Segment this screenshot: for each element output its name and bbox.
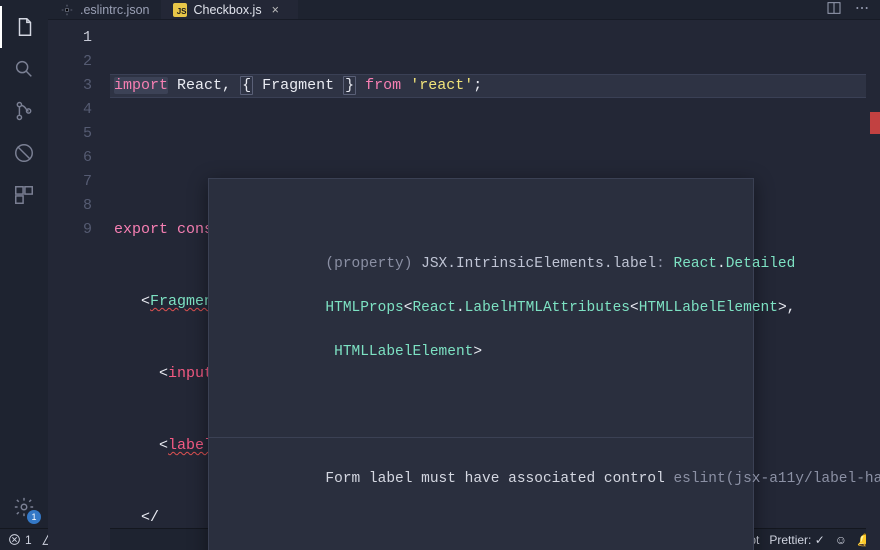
- code-line: import React, { Fragment } from 'react';: [110, 74, 866, 98]
- tab-actions: [826, 0, 880, 19]
- code-line: [110, 146, 866, 170]
- activity-bar: 1: [0, 0, 48, 528]
- workbench: 1 .eslintrc.json JS Checkbox.js ×: [0, 0, 880, 528]
- code-view[interactable]: 1 2 3 4 5 6 7 8 9 import React, { Fragme…: [48, 20, 880, 550]
- tab-eslintrc[interactable]: .eslintrc.json: [48, 0, 161, 19]
- source-control-icon[interactable]: [0, 90, 48, 132]
- close-icon[interactable]: ×: [272, 3, 286, 17]
- hover-message: Form label must have associated control …: [209, 437, 753, 520]
- extensions-icon[interactable]: [0, 174, 48, 216]
- line-gutter: 1 2 3 4 5 6 7 8 9: [48, 20, 110, 550]
- tab-checkbox[interactable]: JS Checkbox.js ×: [161, 0, 297, 19]
- editor-area: .eslintrc.json JS Checkbox.js × 1 2 3: [48, 0, 880, 528]
- js-icon: JS: [173, 3, 187, 17]
- code-content[interactable]: import React, { Fragment } from 'react';…: [110, 20, 866, 550]
- settings-icon[interactable]: 1: [0, 486, 48, 528]
- debug-icon[interactable]: [0, 132, 48, 174]
- tab-label: .eslintrc.json: [80, 3, 149, 17]
- search-icon[interactable]: [0, 48, 48, 90]
- hover-signature: (property) JSX.IntrinsicElements.label: …: [209, 223, 753, 393]
- explorer-icon[interactable]: [0, 6, 48, 48]
- tab-label: Checkbox.js: [193, 3, 261, 17]
- config-icon: [60, 3, 74, 17]
- error-marker[interactable]: [870, 112, 880, 134]
- settings-badge: 1: [27, 510, 41, 524]
- status-errors[interactable]: 1: [8, 533, 32, 547]
- split-editor-icon[interactable]: [826, 0, 842, 19]
- tab-strip: .eslintrc.json JS Checkbox.js ×: [48, 0, 880, 20]
- hover-tooltip: (property) JSX.IntrinsicElements.label: …: [208, 178, 754, 550]
- more-icon[interactable]: [854, 0, 870, 19]
- error-icon: [8, 533, 21, 546]
